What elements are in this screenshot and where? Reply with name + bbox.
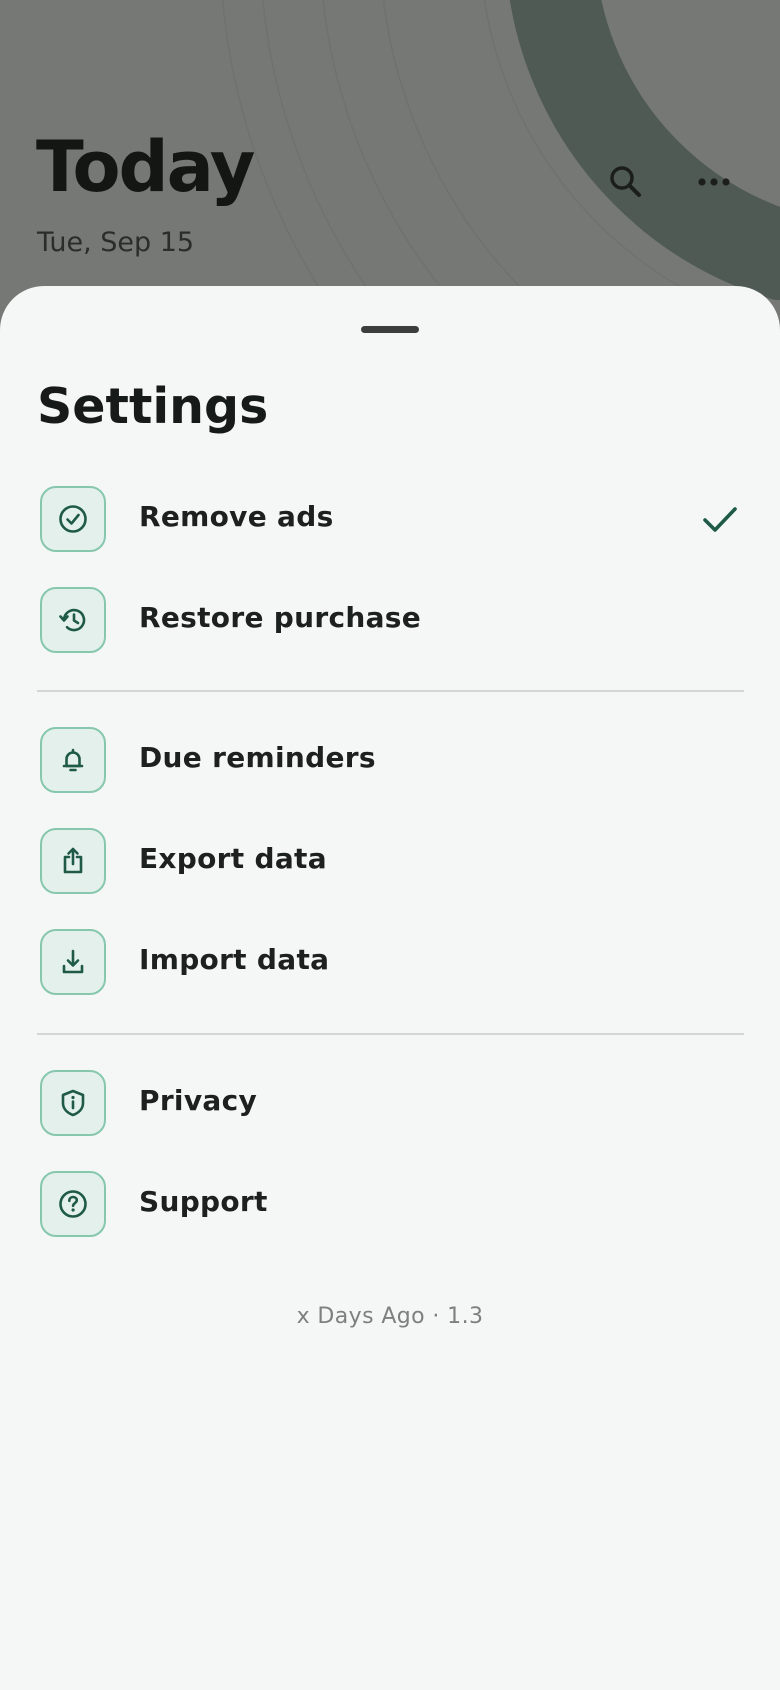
page-title: Today: [36, 126, 255, 208]
more-icon[interactable]: [690, 158, 738, 206]
settings-item-import-data[interactable]: Import data: [0, 929, 780, 1011]
download-icon: [40, 929, 106, 995]
drag-handle[interactable]: [361, 326, 419, 333]
divider: [37, 1033, 744, 1035]
settings-item-support[interactable]: Support: [0, 1171, 780, 1253]
settings-item-label: Support: [139, 1185, 268, 1218]
history-icon: [40, 587, 106, 653]
divider: [37, 690, 744, 692]
settings-sheet: Settings Remove ads Restore purchase Due…: [0, 286, 780, 1690]
settings-item-restore-purchase[interactable]: Restore purchase: [0, 587, 780, 669]
shield-icon: [40, 1070, 106, 1136]
settings-item-label: Export data: [139, 842, 327, 875]
check-circle-icon: [40, 486, 106, 552]
settings-item-label: Due reminders: [139, 741, 376, 774]
settings-item-remove-ads[interactable]: Remove ads: [0, 486, 780, 568]
date-subtitle: Tue, Sep 15: [37, 227, 195, 258]
search-icon[interactable]: [602, 158, 650, 206]
settings-item-label: Remove ads: [139, 500, 334, 533]
settings-item-due-reminders[interactable]: Due reminders: [0, 727, 780, 809]
settings-item-label: Restore purchase: [139, 601, 422, 634]
settings-item-privacy[interactable]: Privacy: [0, 1070, 780, 1152]
settings-item-label: Import data: [139, 943, 330, 976]
bell-icon: [40, 727, 106, 793]
checkmark-icon: [703, 507, 737, 532]
sheet-title: Settings: [37, 378, 269, 435]
settings-item-export-data[interactable]: Export data: [0, 828, 780, 910]
settings-item-label: Privacy: [139, 1084, 258, 1117]
share-icon: [40, 828, 106, 894]
help-icon: [40, 1171, 106, 1237]
app-version-text: x Days Ago · 1.3: [296, 1304, 484, 1329]
